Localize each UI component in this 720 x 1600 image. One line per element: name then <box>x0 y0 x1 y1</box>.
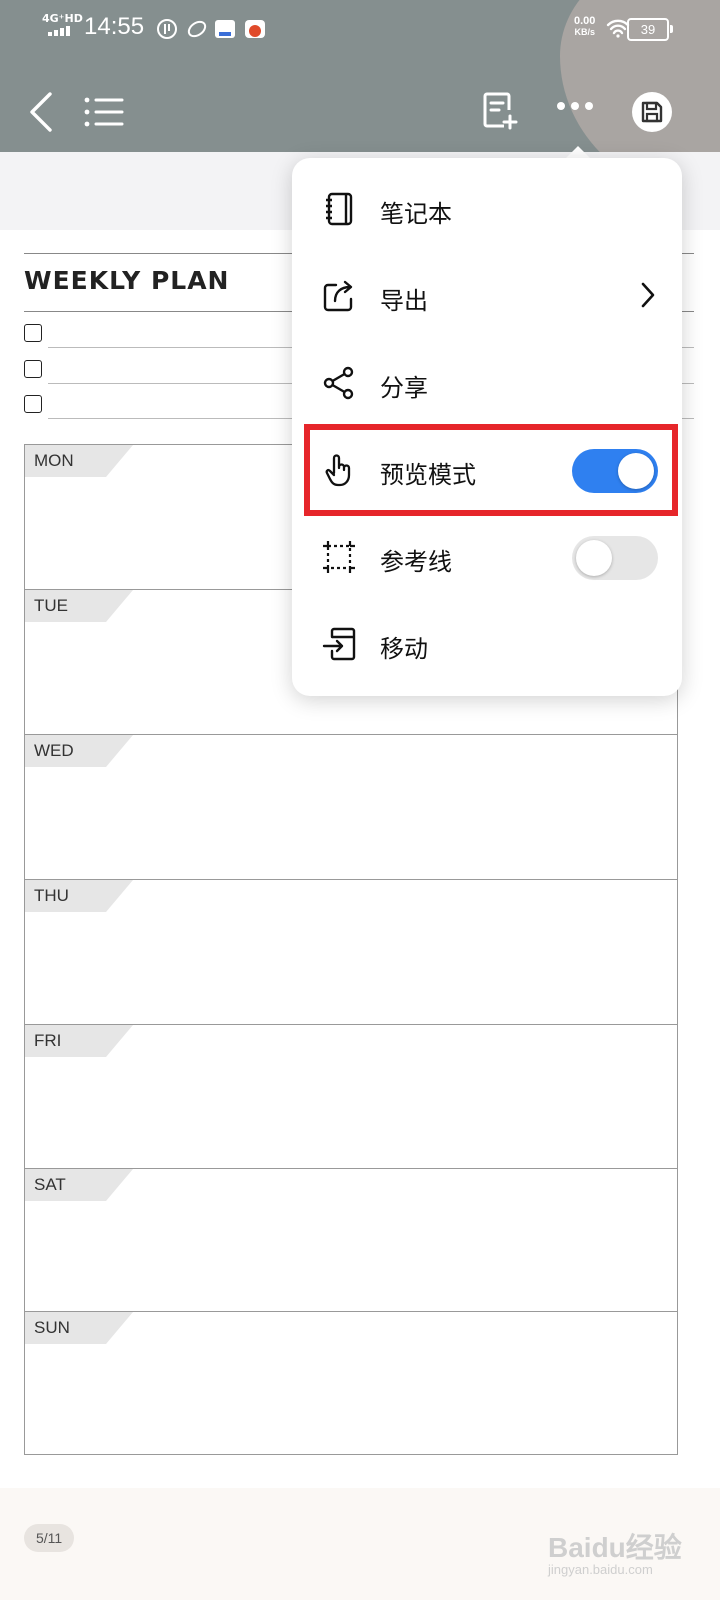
day-block-sat[interactable]: SAT <box>24 1168 678 1312</box>
network-indicator: 4G⁺HD <box>42 12 83 25</box>
todo-checkbox[interactable] <box>24 395 42 413</box>
hand-pointer-icon <box>325 454 351 487</box>
back-button[interactable] <box>28 92 56 132</box>
toggle-knob <box>576 540 612 576</box>
app-notification-icon <box>187 20 207 38</box>
net-speed-unit: KB/s <box>574 27 595 37</box>
net-speed-value: 0.00 <box>574 15 596 27</box>
save-button[interactable] <box>632 92 672 132</box>
app-notification-icon <box>245 20 265 38</box>
menu-item-label: 移动 <box>380 635 428 663</box>
guideline-icon <box>323 541 355 573</box>
menu-item-label: 参考线 <box>380 548 452 576</box>
add-page-button[interactable] <box>482 92 518 130</box>
list-button[interactable] <box>84 96 124 128</box>
day-label: WED <box>34 741 74 760</box>
watermark-url: jingyan.baidu.com <box>548 1562 653 1577</box>
day-label: SAT <box>34 1175 66 1194</box>
day-label: FRI <box>34 1031 62 1050</box>
menu-item-label: 笔记本 <box>380 200 452 228</box>
page-counter[interactable]: 5/11 <box>24 1524 75 1552</box>
app-notification-icon <box>157 19 177 39</box>
menu-item-label: 预览模式 <box>380 461 476 489</box>
menu-item-label: 分享 <box>380 374 428 402</box>
notebook-icon <box>326 192 353 226</box>
day-label: SUN <box>34 1318 70 1337</box>
day-label: MON <box>34 451 74 470</box>
day-label: THU <box>34 886 69 905</box>
menu-item-guideline[interactable]: 参考线 <box>292 514 682 600</box>
save-icon <box>641 101 663 123</box>
toggle-knob <box>618 453 654 489</box>
menu-item-move[interactable]: 移动 <box>292 601 682 687</box>
export-icon <box>323 280 353 312</box>
day-label: TUE <box>34 596 68 615</box>
todo-checkbox[interactable] <box>24 360 42 378</box>
menu-item-preview-mode[interactable]: 预览模式 <box>292 427 682 513</box>
day-block-thu[interactable]: THU <box>24 879 678 1025</box>
day-block-fri[interactable]: FRI <box>24 1024 678 1169</box>
more-menu: 笔记本 导出 分享 预览模式 参考线 移动 <box>292 158 682 696</box>
watermark: Baidu经验 <box>548 1532 682 1563</box>
menu-item-notebook[interactable]: 笔记本 <box>292 166 682 252</box>
chevron-right-icon <box>641 282 655 308</box>
menu-item-export[interactable]: 导出 <box>292 253 682 339</box>
todo-checkbox[interactable] <box>24 324 42 342</box>
app-notification-icon <box>215 20 235 38</box>
preview-mode-toggle[interactable] <box>572 449 658 493</box>
menu-item-label: 导出 <box>380 287 428 315</box>
more-button[interactable] <box>556 100 594 112</box>
net-speed: 0.00 KB/s <box>574 16 595 38</box>
status-time: 14:55 <box>84 13 145 40</box>
move-icon <box>322 627 356 661</box>
day-block-wed[interactable]: WED <box>24 734 678 880</box>
signal-icon <box>48 26 70 36</box>
battery-indicator: 39 <box>627 18 673 41</box>
plan-title: WEEKLY PLAN <box>24 266 230 295</box>
guideline-toggle[interactable] <box>572 536 658 580</box>
day-block-sun[interactable]: SUN <box>24 1311 678 1455</box>
menu-item-share[interactable]: 分享 <box>292 340 682 426</box>
share-icon <box>323 366 354 400</box>
menu-caret <box>566 146 590 158</box>
